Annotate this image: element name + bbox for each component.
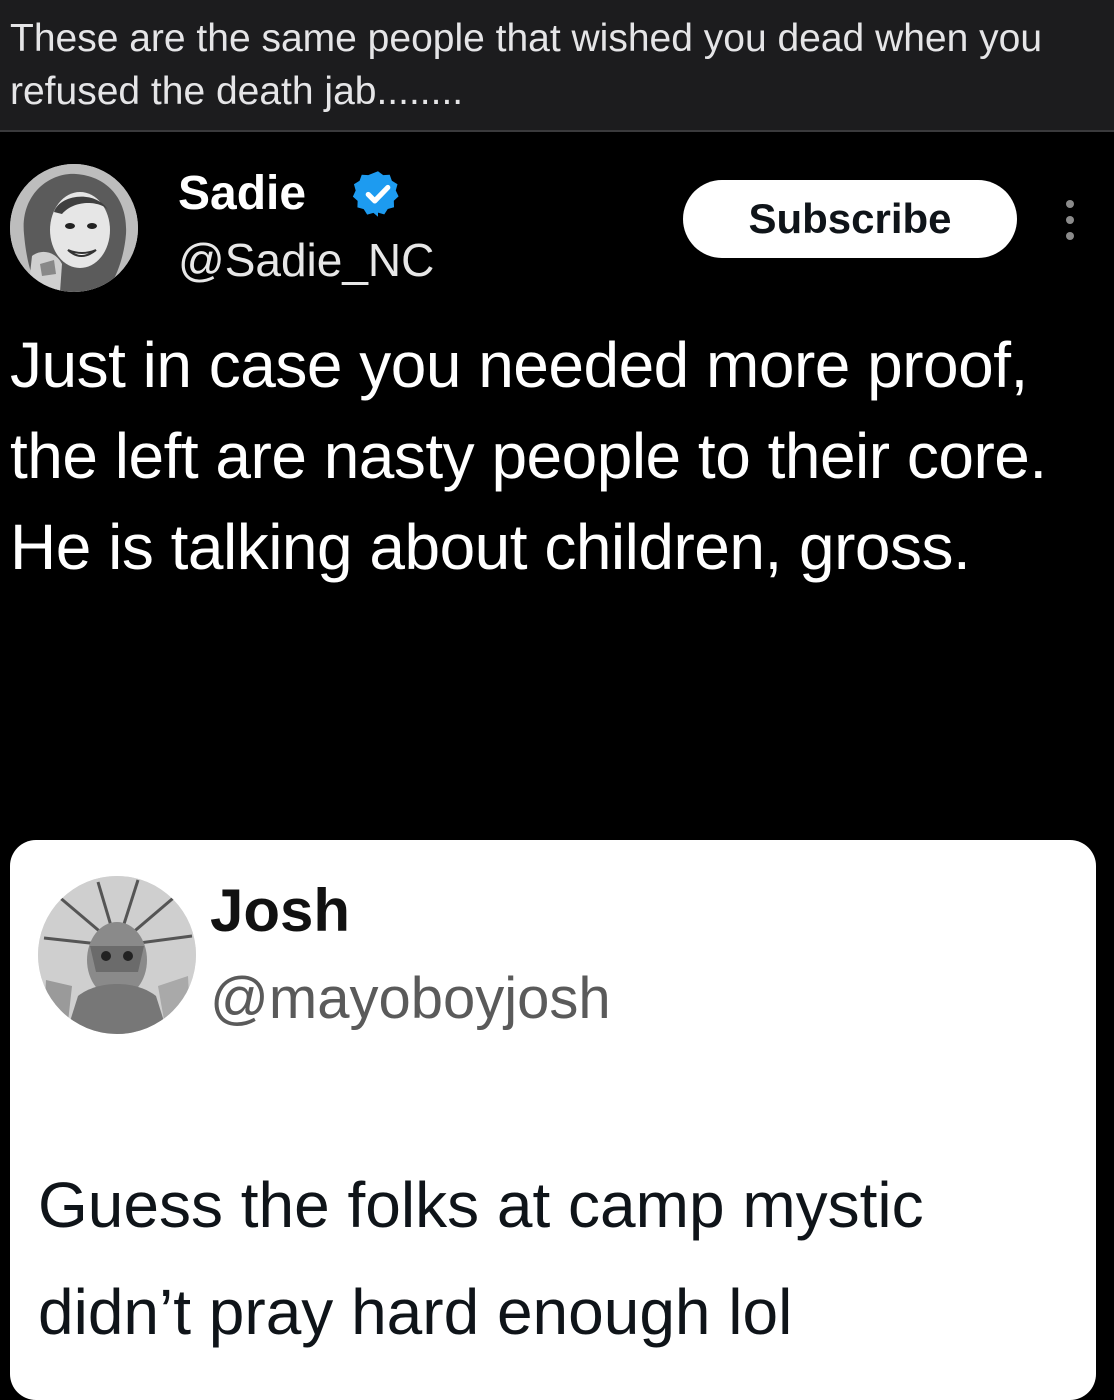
quoted-author-handle[interactable]: @mayoboyjosh bbox=[210, 964, 611, 1034]
tweet-text: Just in case you needed more proof, the … bbox=[10, 320, 1100, 593]
verified-badge-icon bbox=[352, 171, 399, 217]
caption-text: These are the same people that wished yo… bbox=[10, 17, 1043, 113]
tweet-text-line: He is talking about children, gross. bbox=[10, 511, 971, 583]
avatar-photo-icon bbox=[38, 876, 196, 1034]
caption-bar: These are the same people that wished yo… bbox=[0, 0, 1114, 132]
author-name[interactable]: Sadie bbox=[178, 166, 306, 222]
quoted-tweet-card[interactable]: Josh @mayoboyjosh Guess the folks at cam… bbox=[10, 840, 1096, 1400]
avatar[interactable] bbox=[10, 164, 138, 292]
subscribe-button[interactable]: Subscribe bbox=[683, 180, 1017, 258]
quoted-avatar[interactable] bbox=[38, 876, 196, 1034]
quoted-author-name[interactable]: Josh bbox=[210, 876, 350, 946]
quoted-tweet-text: Guess the folks at camp mystic didn’t pr… bbox=[38, 1169, 924, 1348]
author-handle[interactable]: @Sadie_NC bbox=[178, 232, 434, 288]
tweet-text-line: Just in case you needed more proof, the … bbox=[10, 329, 1047, 492]
avatar-photo-icon bbox=[10, 164, 138, 292]
tweet-card: Sadie @Sadie_NC Subscribe Just in case y… bbox=[0, 134, 1114, 1400]
more-vertical-icon[interactable] bbox=[1052, 196, 1088, 244]
